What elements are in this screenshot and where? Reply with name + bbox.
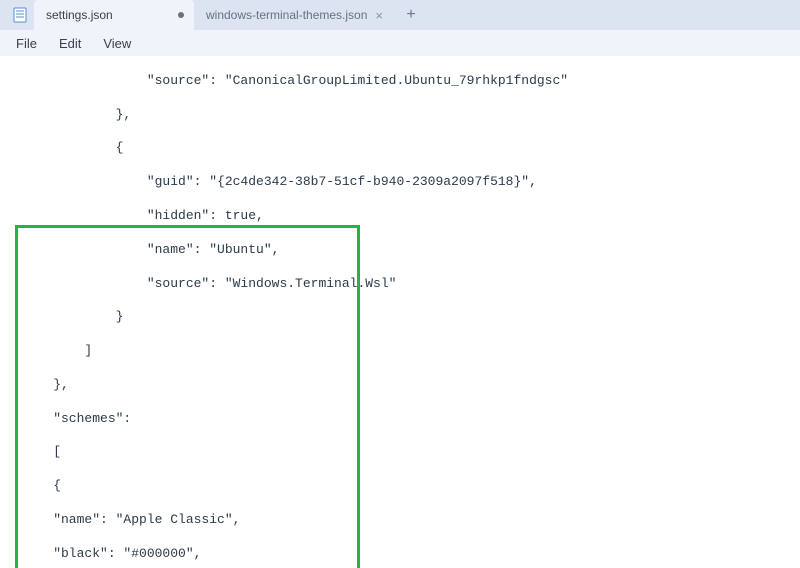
code-line: "guid": "{2c4de342-38b7-51cf-b940-2309a2…	[22, 174, 800, 191]
new-tab-button[interactable]: +	[393, 0, 429, 30]
code-line: "source": "Windows.Terminal.Wsl"	[22, 276, 800, 293]
code-line: "schemes":	[22, 411, 800, 428]
menu-view[interactable]: View	[93, 33, 141, 54]
code-line: "source": "CanonicalGroupLimited.Ubuntu_…	[22, 73, 800, 90]
tab-label: settings.json	[46, 8, 113, 22]
app-file-icon	[6, 0, 34, 30]
code-line: "black": "#000000",	[22, 546, 800, 563]
code-line: {	[22, 140, 800, 157]
code-line: {	[22, 478, 800, 495]
tab-settings-json[interactable]: settings.json	[34, 0, 194, 30]
code-line: },	[22, 377, 800, 394]
menu-file[interactable]: File	[6, 33, 47, 54]
code-line: [	[22, 444, 800, 461]
menu-edit[interactable]: Edit	[49, 33, 91, 54]
code-line: "name": "Apple Classic",	[22, 512, 800, 529]
code-line: ]	[22, 343, 800, 360]
close-icon[interactable]: ×	[375, 8, 383, 23]
menu-bar: File Edit View	[0, 30, 800, 56]
tab-windows-terminal-themes-json[interactable]: windows-terminal-themes.json ×	[194, 0, 393, 30]
tab-label: windows-terminal-themes.json	[206, 8, 367, 22]
code-line: },	[22, 107, 800, 124]
code-line: "name": "Ubuntu",	[22, 242, 800, 259]
dirty-indicator-icon	[178, 12, 184, 18]
code-editor[interactable]: "source": "CanonicalGroupLimited.Ubuntu_…	[0, 56, 800, 568]
code-line: }	[22, 309, 800, 326]
tab-bar: settings.json windows-terminal-themes.js…	[0, 0, 800, 30]
code-line: "hidden": true,	[22, 208, 800, 225]
